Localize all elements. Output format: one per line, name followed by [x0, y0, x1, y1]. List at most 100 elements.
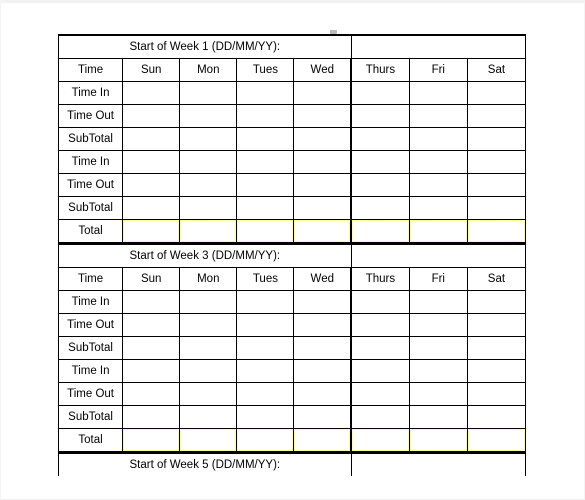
cell-w1-total-mon[interactable]	[179, 219, 238, 243]
cell-w1-timein1-mon[interactable]	[179, 81, 238, 105]
week-5-date-input[interactable]	[350, 452, 527, 476]
cell-w3-timein1-fri[interactable]	[408, 290, 468, 314]
cell-w3-timein2-sat[interactable]	[466, 359, 527, 383]
cell-w3-timein1-tues[interactable]	[236, 290, 295, 314]
cell-w3-total-fri[interactable]	[408, 428, 468, 452]
cell-w3-timeout1-fri[interactable]	[408, 313, 468, 337]
cell-w3-subtotal1-thurs[interactable]	[350, 336, 410, 360]
cell-w1-timeout1-mon[interactable]	[179, 104, 238, 128]
cell-w1-timeout2-sun[interactable]	[122, 173, 181, 197]
cell-w1-subtotal1-sun[interactable]	[122, 127, 181, 151]
cell-w3-timeout2-thurs[interactable]	[350, 382, 410, 406]
cell-w1-timeout2-mon[interactable]	[179, 173, 238, 197]
cell-w3-timeout1-sun[interactable]	[122, 313, 181, 337]
cell-w3-timeout2-wed[interactable]	[293, 382, 353, 406]
cell-w3-subtotal1-fri[interactable]	[408, 336, 468, 360]
cell-w3-timein1-mon[interactable]	[179, 290, 238, 314]
cell-w1-timein2-mon[interactable]	[179, 150, 238, 174]
cell-w1-timein1-sun[interactable]	[122, 81, 181, 105]
cell-w3-subtotal2-thurs[interactable]	[350, 405, 410, 429]
cell-w3-timein1-sat[interactable]	[466, 290, 527, 314]
cell-w3-timein1-thurs[interactable]	[350, 290, 410, 314]
cell-w1-total-tues[interactable]	[236, 219, 295, 243]
cell-w3-timeout1-sat[interactable]	[466, 313, 527, 337]
cell-w1-timein2-thurs[interactable]	[350, 150, 410, 174]
cell-w1-timein1-sat[interactable]	[466, 81, 527, 105]
cell-w3-subtotal2-sat[interactable]	[466, 405, 527, 429]
cell-w1-total-sat[interactable]	[466, 219, 527, 243]
cell-w3-timein2-wed[interactable]	[293, 359, 353, 383]
cell-w1-subtotal1-thurs[interactable]	[350, 127, 410, 151]
cell-w3-subtotal2-sun[interactable]	[122, 405, 181, 429]
cell-w3-total-tues[interactable]	[236, 428, 295, 452]
cell-w3-subtotal2-wed[interactable]	[293, 405, 353, 429]
cell-w3-subtotal2-mon[interactable]	[179, 405, 238, 429]
cell-w1-timeout2-tues[interactable]	[236, 173, 295, 197]
cell-w3-subtotal2-tues[interactable]	[236, 405, 295, 429]
cell-w3-timeout1-thurs[interactable]	[350, 313, 410, 337]
cell-w1-subtotal1-mon[interactable]	[179, 127, 238, 151]
cell-w1-total-fri[interactable]	[408, 219, 468, 243]
cell-w1-subtotal2-fri[interactable]	[408, 196, 468, 220]
cell-w3-timeout1-wed[interactable]	[293, 313, 353, 337]
week-3-date-input[interactable]	[350, 243, 527, 268]
cell-w1-timeout2-fri[interactable]	[408, 173, 468, 197]
cell-w3-subtotal1-mon[interactable]	[179, 336, 238, 360]
cell-w3-subtotal1-sat[interactable]	[466, 336, 527, 360]
cell-w1-timeout2-thurs[interactable]	[350, 173, 410, 197]
cell-w1-timeout1-thurs[interactable]	[350, 104, 410, 128]
cell-w3-total-thurs[interactable]	[350, 428, 410, 452]
cell-w1-total-wed[interactable]	[293, 219, 353, 243]
cell-w1-subtotal2-thurs[interactable]	[350, 196, 410, 220]
cell-w3-timein1-wed[interactable]	[293, 290, 353, 314]
cell-w1-timein2-sun[interactable]	[122, 150, 181, 174]
cell-w3-timeout2-fri[interactable]	[408, 382, 468, 406]
cell-w1-subtotal1-fri[interactable]	[408, 127, 468, 151]
cell-w3-timein2-tues[interactable]	[236, 359, 295, 383]
cell-w3-timein2-sun[interactable]	[122, 359, 181, 383]
cell-w1-timeout1-fri[interactable]	[408, 104, 468, 128]
cell-w3-subtotal1-sun[interactable]	[122, 336, 181, 360]
cell-w1-subtotal1-sat[interactable]	[466, 127, 527, 151]
cell-w3-timeout2-mon[interactable]	[179, 382, 238, 406]
cell-w3-timeout1-tues[interactable]	[236, 313, 295, 337]
cell-w3-subtotal1-wed[interactable]	[293, 336, 353, 360]
cell-w1-timeout1-tues[interactable]	[236, 104, 295, 128]
cell-w1-timein2-fri[interactable]	[408, 150, 468, 174]
cell-w1-timeout1-wed[interactable]	[293, 104, 353, 128]
cell-w3-subtotal2-fri[interactable]	[408, 405, 468, 429]
week-1-date-input[interactable]	[350, 34, 527, 59]
cell-w1-timein1-wed[interactable]	[293, 81, 353, 105]
cell-w1-subtotal2-tues[interactable]	[236, 196, 295, 220]
cell-w1-subtotal2-wed[interactable]	[293, 196, 353, 220]
cell-w1-timeout1-sun[interactable]	[122, 104, 181, 128]
cell-w3-timeout2-sat[interactable]	[466, 382, 527, 406]
cell-w3-timeout2-tues[interactable]	[236, 382, 295, 406]
cell-w1-subtotal2-sat[interactable]	[466, 196, 527, 220]
cell-w3-total-sun[interactable]	[122, 428, 181, 452]
cell-w1-total-sun[interactable]	[122, 219, 181, 243]
cell-w1-timeout1-sat[interactable]	[466, 104, 527, 128]
cell-w1-timein2-sat[interactable]	[466, 150, 527, 174]
cell-w3-timeout1-mon[interactable]	[179, 313, 238, 337]
cell-w3-timein2-thurs[interactable]	[350, 359, 410, 383]
cell-w1-timeout2-wed[interactable]	[293, 173, 353, 197]
cell-w3-total-wed[interactable]	[293, 428, 353, 452]
cell-w1-timein2-wed[interactable]	[293, 150, 353, 174]
cell-w3-total-sat[interactable]	[466, 428, 527, 452]
cell-w1-subtotal2-mon[interactable]	[179, 196, 238, 220]
cell-w1-subtotal1-tues[interactable]	[236, 127, 295, 151]
cell-w3-timein1-sun[interactable]	[122, 290, 181, 314]
cell-w3-timein2-mon[interactable]	[179, 359, 238, 383]
cell-w1-timeout2-sat[interactable]	[466, 173, 527, 197]
cell-w1-timein2-tues[interactable]	[236, 150, 295, 174]
cell-w1-timein1-thurs[interactable]	[350, 81, 410, 105]
cell-w1-timein1-tues[interactable]	[236, 81, 295, 105]
cell-w3-timeout2-sun[interactable]	[122, 382, 181, 406]
cell-w3-subtotal1-tues[interactable]	[236, 336, 295, 360]
cell-w3-timein2-fri[interactable]	[408, 359, 468, 383]
cell-w1-subtotal2-sun[interactable]	[122, 196, 181, 220]
cell-w1-total-thurs[interactable]	[350, 219, 410, 243]
cell-w3-total-mon[interactable]	[179, 428, 238, 452]
cell-w1-timein1-fri[interactable]	[408, 81, 468, 105]
